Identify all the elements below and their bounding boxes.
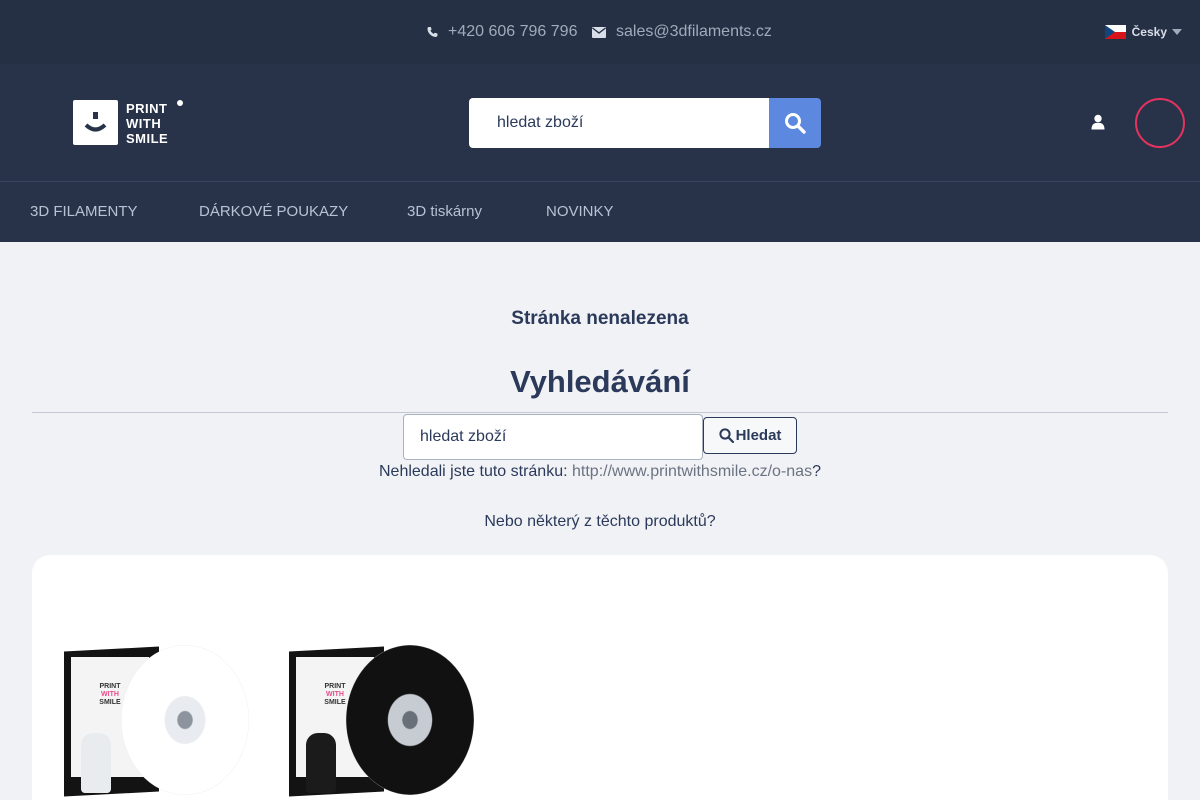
header-search-input[interactable]	[469, 98, 769, 148]
product-list: PRINT WITH SMILE PRINT WITH SMILE	[32, 555, 1168, 800]
body-search-button[interactable]: Hledat	[703, 417, 797, 454]
logo-text: PRINT WITH SMILE	[126, 101, 169, 146]
nav-item-3d-filamenty[interactable]: 3D FILAMENTY	[30, 202, 138, 222]
header-search-button[interactable]	[769, 98, 821, 148]
nav-item-darkove-poukazy[interactable]: DÁRKOVÉ POUKAZY	[199, 202, 348, 222]
product-card[interactable]: PRINT WITH SMILE	[284, 643, 478, 800]
printed-figure-image	[81, 733, 111, 793]
phone-icon	[427, 26, 438, 37]
search-heading: Vyhledávání	[510, 364, 690, 399]
product-card[interactable]: PRINT WITH SMILE	[59, 643, 253, 800]
cart-button[interactable]	[1135, 98, 1185, 148]
page-title: Stránka nenalezena	[511, 308, 689, 329]
header: PRINT WITH SMILE	[0, 64, 1200, 182]
filament-spool-image	[346, 645, 474, 795]
language-selector[interactable]: Česky	[1104, 22, 1182, 42]
logo-smile-icon	[73, 100, 118, 145]
user-account-icon[interactable]	[1090, 114, 1106, 130]
suggestion-text: Nehledali jste tuto stránku: http://www.…	[379, 463, 821, 480]
filament-spool-image	[121, 645, 249, 795]
printed-figure-image	[306, 733, 336, 793]
search-button-label: Hledat	[735, 427, 782, 444]
logo-dot	[177, 100, 183, 106]
main-navigation: 3D FILAMENTY DÁRKOVÉ POUKAZY 3D tiskárny…	[0, 182, 1200, 242]
divider	[32, 412, 1168, 413]
search-icon	[785, 113, 806, 134]
top-bar: +420 606 796 796 sales@3dfilaments.cz Če…	[0, 0, 1200, 64]
contact-phone[interactable]: +420 606 796 796	[427, 22, 577, 42]
body-search-input[interactable]	[403, 414, 703, 460]
email-address[interactable]: sales@3dfilaments.cz	[616, 23, 772, 41]
czech-flag-icon	[1104, 25, 1126, 39]
nav-item-3d-tiskarny[interactable]: 3D tiskárny	[407, 202, 482, 222]
nav-item-novinky[interactable]: NOVINKY	[546, 202, 614, 222]
caret-down-icon	[1172, 29, 1182, 35]
suggested-page-link[interactable]: http://www.printwithsmile.cz/o-nas	[572, 463, 812, 480]
site-logo[interactable]: PRINT WITH SMILE	[73, 100, 185, 146]
language-label: Česky	[1131, 25, 1167, 39]
contact-email[interactable]: sales@3dfilaments.cz	[592, 22, 772, 42]
search-icon	[718, 428, 734, 443]
or-products-text: Nebo některý z těchto produktů?	[484, 513, 716, 530]
phone-number[interactable]: +420 606 796 796	[448, 23, 577, 41]
envelope-icon	[592, 26, 606, 38]
